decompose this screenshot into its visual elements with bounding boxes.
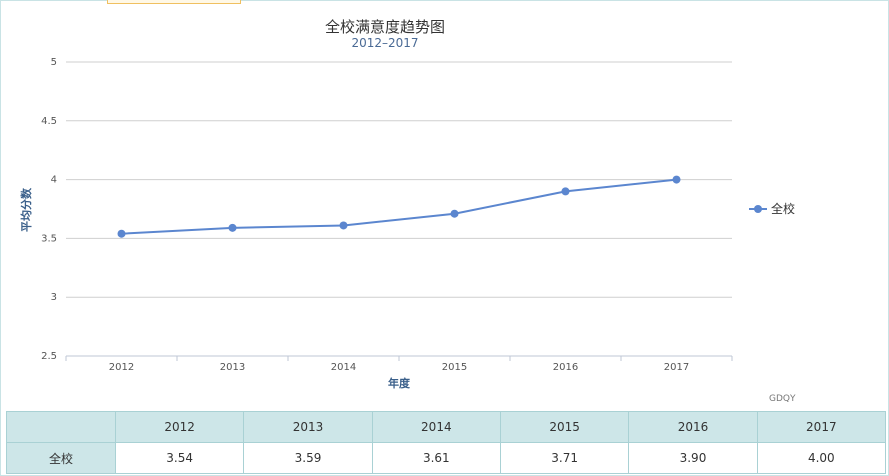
table-cell: 3.71	[499, 442, 630, 474]
series-layer	[117, 175, 681, 238]
table-cell: 4.00	[756, 442, 887, 474]
chart-title: 全校满意度趋势图	[325, 18, 445, 36]
data-point[interactable]	[450, 209, 459, 218]
series-line	[121, 178, 677, 235]
y-tick-labels: 2.5 3 3.5 4 4.5 5	[41, 57, 57, 362]
y-tick-label: 3	[51, 292, 57, 303]
grid-lines	[66, 61, 732, 298]
y-tick-label: 3.5	[41, 233, 57, 244]
table-row-label: 全校	[6, 442, 116, 474]
table-header-cell: 2012	[114, 411, 245, 443]
data-table: 2012 2013 2014 2015 2016 2017 全校 3.54 3.…	[6, 411, 887, 474]
table-cell: 3.90	[628, 442, 758, 474]
x-axis-title: 年度	[388, 376, 411, 390]
table-header-cell: 2013	[243, 411, 373, 443]
data-point[interactable]	[228, 223, 237, 232]
data-point[interactable]	[561, 187, 570, 196]
chart-subtitle: 2012–2017	[351, 36, 418, 50]
y-tick-label: 2.5	[41, 351, 57, 362]
x-tick-label: 2014	[331, 362, 356, 373]
table-header-cell: 2017	[756, 411, 887, 443]
data-point[interactable]	[672, 175, 681, 184]
table-row: 全校 3.54 3.59 3.61 3.71 3.90 4.00	[6, 442, 887, 474]
table-header-cell: 2015	[499, 411, 630, 443]
chart-credit[interactable]: GDQY	[769, 394, 796, 404]
y-axis-title: 平均分数	[19, 187, 33, 232]
y-tick-label: 5	[51, 57, 57, 68]
x-axis: 2012 2013 2014 2015 2016 2017	[65, 355, 733, 373]
table-header-cell: 2014	[371, 411, 501, 443]
x-tick-label: 2016	[553, 362, 578, 373]
legend-item-quanxiao[interactable]: 全校	[749, 201, 795, 216]
line-chart: 全校满意度趋势图 2012–2017 2.5 3 3.5 4 4.5 5 2012 2013…	[19, 18, 796, 404]
data-point[interactable]	[117, 229, 126, 238]
y-tick-label: 4	[51, 175, 57, 186]
x-tick-label: 2015	[442, 362, 467, 373]
table-cell: 3.59	[243, 442, 373, 474]
legend-label: 全校	[771, 201, 795, 216]
data-point[interactable]	[339, 221, 348, 230]
y-tick-label: 4.5	[41, 116, 57, 127]
table-header-cell: 2016	[628, 411, 758, 443]
table-header-row: 2012 2013 2014 2015 2016 2017	[6, 411, 887, 443]
legend-marker-icon	[754, 205, 762, 213]
table-cell: 3.54	[114, 442, 245, 474]
table-cell: 3.61	[371, 442, 501, 474]
x-tick-label: 2013	[220, 362, 245, 373]
table-corner-cell	[6, 411, 116, 443]
x-tick-label: 2012	[109, 362, 134, 373]
x-tick-label: 2017	[664, 362, 689, 373]
